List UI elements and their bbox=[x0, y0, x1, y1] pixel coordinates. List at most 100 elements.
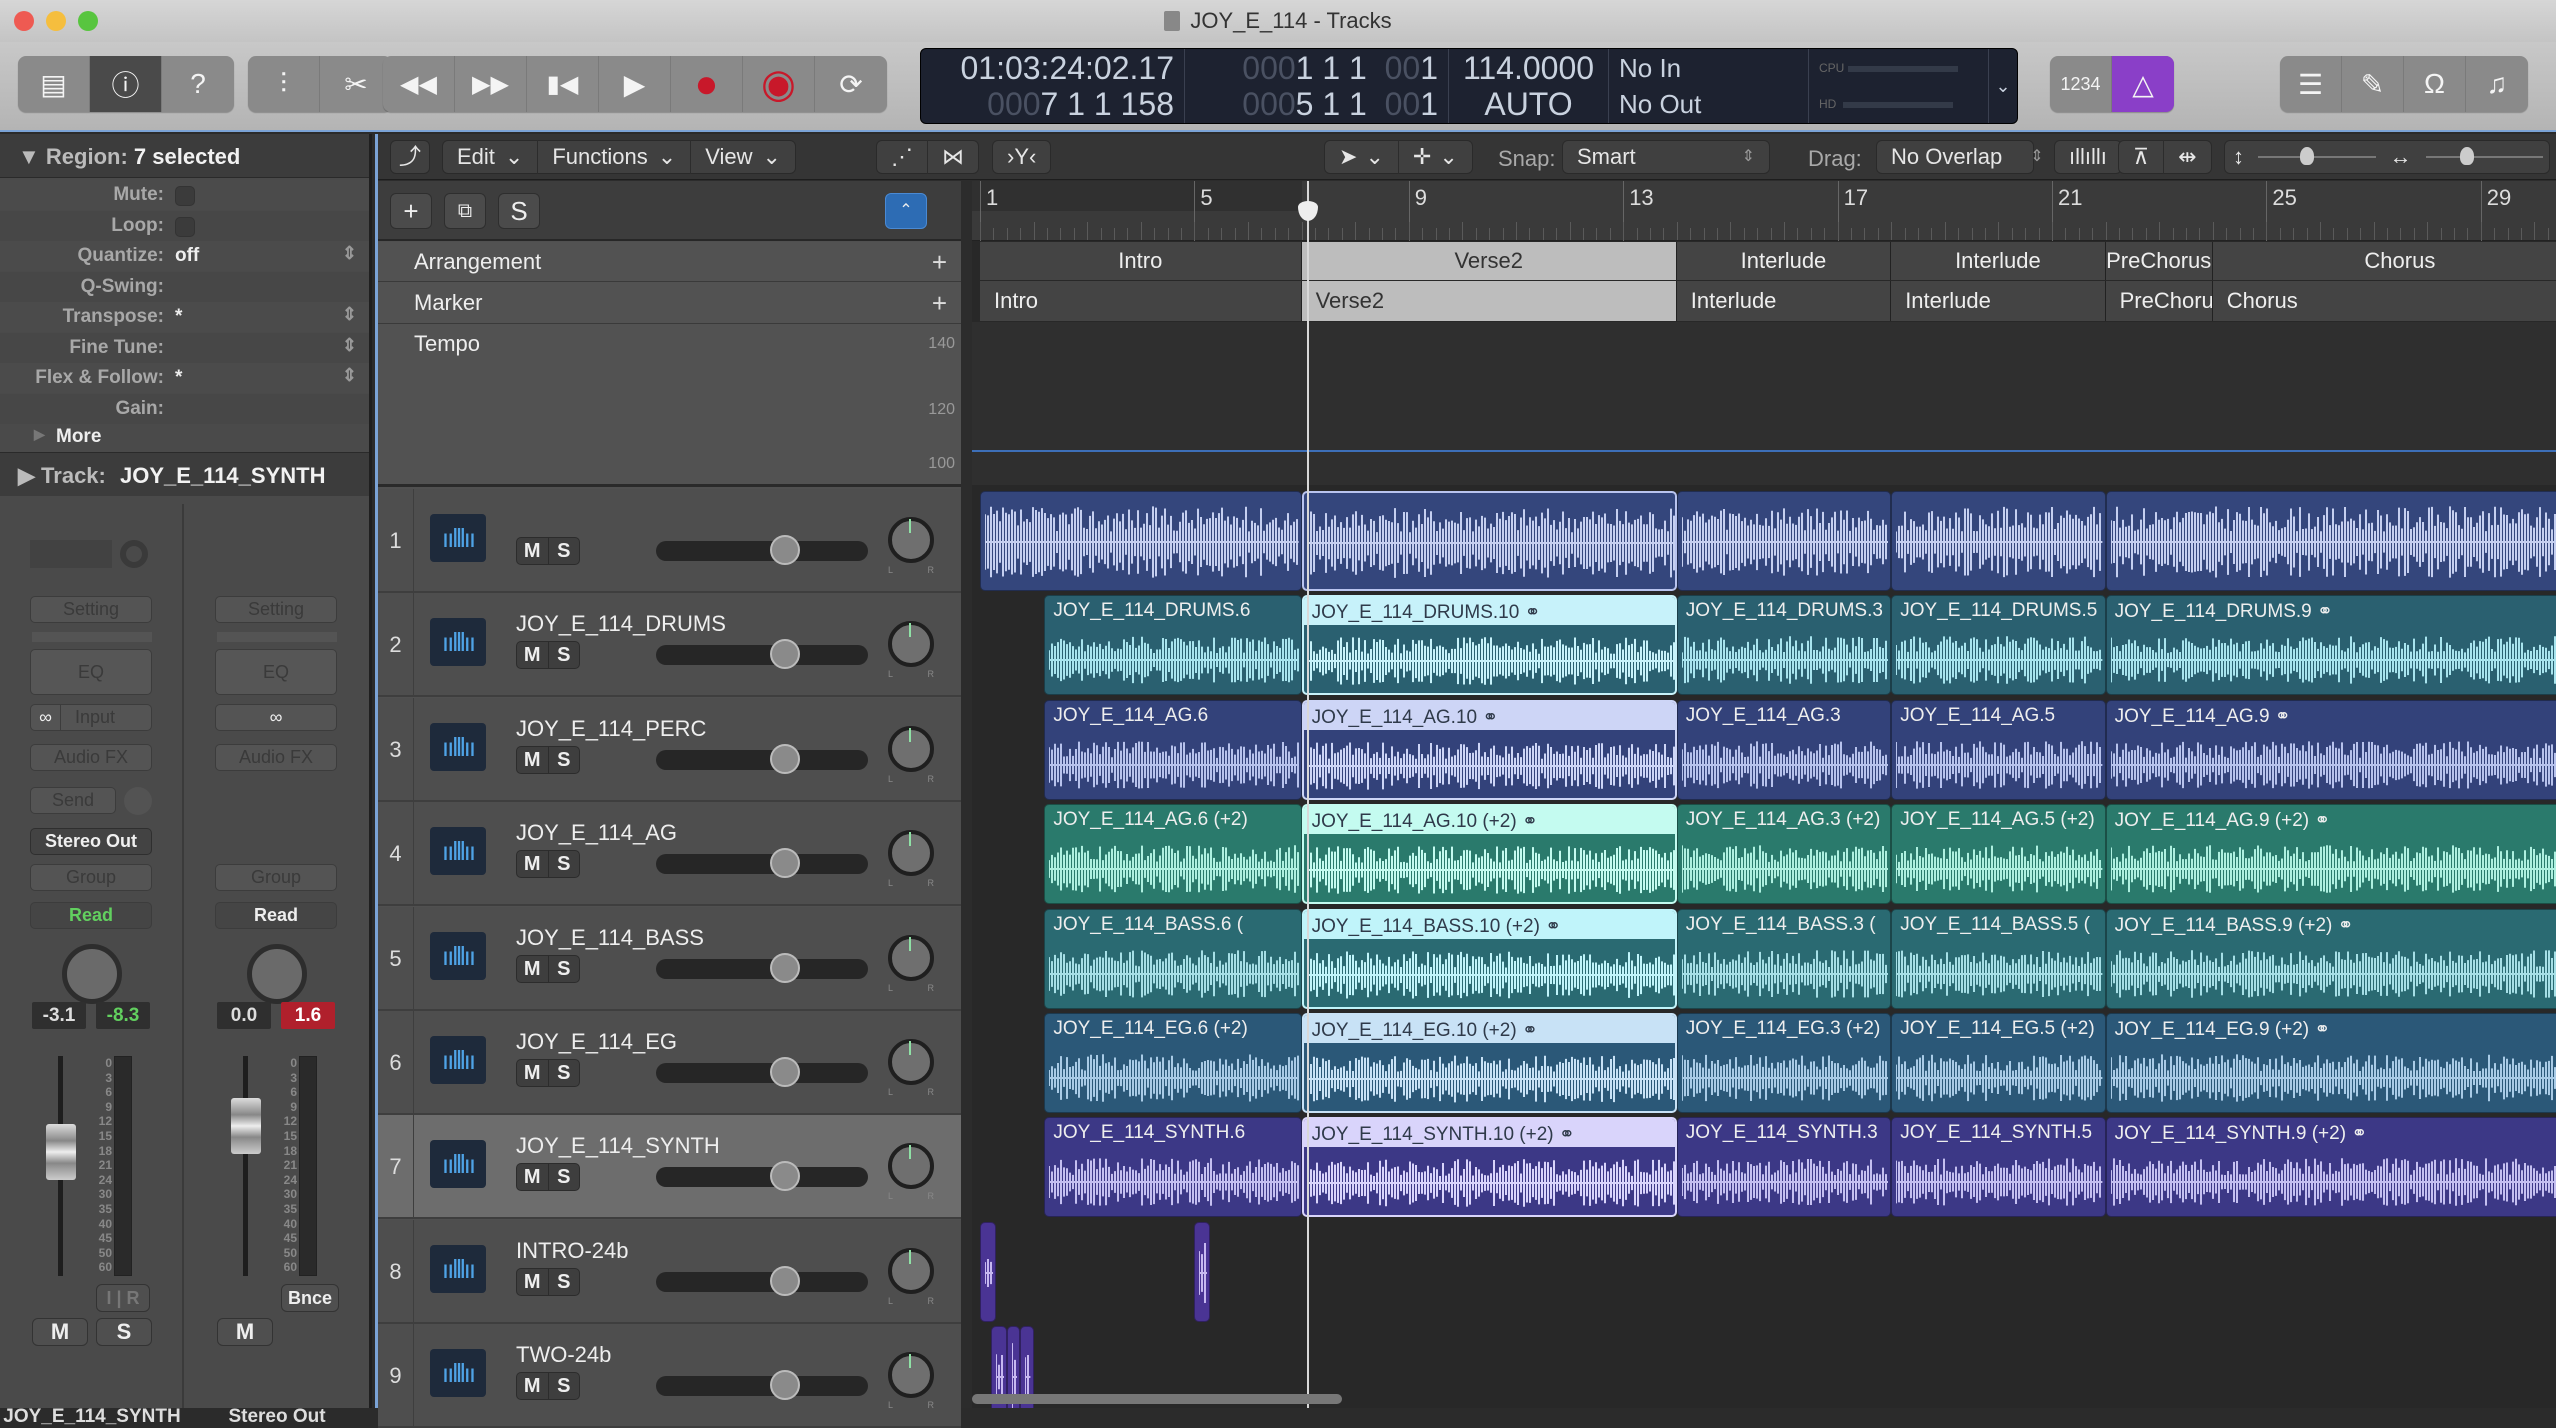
track-header[interactable]: 1 ıılllıı M S L R bbox=[378, 489, 961, 593]
pan-knob[interactable] bbox=[62, 944, 122, 1004]
play-button[interactable]: ▶ bbox=[599, 56, 671, 112]
region[interactable]: JOY_E_114_BASS.5 ( bbox=[1891, 908, 2106, 1009]
track-solo-button[interactable]: S bbox=[549, 642, 580, 668]
track-name[interactable]: JOY_E_114_SYNTH bbox=[516, 1133, 720, 1159]
left-click-tool-menu[interactable]: ➤ ⌄ bbox=[1325, 140, 1399, 174]
library-button[interactable]: ▤ bbox=[18, 56, 90, 112]
track-header[interactable]: 3 ıılllıı JOY_E_114_PERC M S L R bbox=[378, 697, 961, 802]
quick-help-button[interactable]: ? bbox=[162, 56, 234, 112]
track-pan-knob[interactable] bbox=[888, 934, 934, 981]
track-volume-slider[interactable] bbox=[656, 1161, 868, 1192]
region[interactable]: JOY_E_114_DRUMS.5 bbox=[1891, 595, 2106, 696]
volume-fader-track[interactable] bbox=[243, 1056, 248, 1276]
horizontal-zoom-slider[interactable] bbox=[2420, 140, 2550, 174]
add-arrangement-marker-button[interactable]: + bbox=[932, 242, 947, 282]
volume-slider-thumb[interactable] bbox=[770, 1265, 800, 1296]
vertical-zoom-slider[interactable] bbox=[2252, 140, 2382, 174]
horizontal-fit-button[interactable]: ⇹ bbox=[2164, 140, 2210, 174]
param-value[interactable]: * bbox=[175, 367, 182, 389]
track-inspector-header[interactable]: ▶ Track: JOY_E_114_SYNTH bbox=[0, 452, 369, 496]
track-solo-button[interactable]: S bbox=[549, 747, 580, 773]
track-header[interactable]: 5 ıılllıı JOY_E_114_BASS M S L R bbox=[378, 906, 961, 1011]
region[interactable]: JOY_E_114_EG.6 (+2) bbox=[1044, 1013, 1302, 1113]
peak-value-clipping[interactable]: 1.6 bbox=[281, 1002, 335, 1029]
track-volume-slider[interactable] bbox=[656, 743, 868, 774]
marker[interactable]: Verse2 bbox=[1301, 281, 1677, 321]
automation-mode-button[interactable]: Read bbox=[30, 902, 152, 929]
track-mute-button[interactable]: M bbox=[517, 642, 549, 669]
track-name[interactable]: JOY_E_114_AG bbox=[516, 820, 677, 846]
loop-browser-button[interactable]: Ω bbox=[2404, 56, 2466, 112]
pan-knob[interactable] bbox=[247, 944, 307, 1004]
region[interactable]: JOY_E_114_AG.3 bbox=[1676, 699, 1892, 800]
arrangement-marker[interactable]: Verse2 bbox=[1301, 242, 1677, 280]
record-button[interactable]: ● bbox=[671, 56, 743, 112]
updown-chevron-icon[interactable]: ⇕ bbox=[342, 304, 357, 325]
region[interactable]: JOY_E_114_AG.10 (+2) ⚭ bbox=[1301, 804, 1677, 905]
track-header[interactable]: 7 ıılllıı JOY_E_114_SYNTH M S L R bbox=[378, 1115, 961, 1220]
track-mute-button[interactable]: M bbox=[517, 538, 549, 564]
track-name[interactable]: INTRO-24b bbox=[516, 1238, 628, 1264]
region[interactable]: JOY_E_114_SYNTH.5 bbox=[1891, 1117, 2106, 1218]
horizontal-scrollbar[interactable] bbox=[972, 1394, 1342, 1404]
arrangement-marker[interactable]: PreChorus bbox=[2105, 242, 2213, 280]
waveform-zoom-button[interactable]: ıllıllı bbox=[2054, 140, 2122, 174]
smart-controls-button[interactable]: ›Y‹ bbox=[992, 140, 1052, 174]
updown-chevron-icon[interactable]: ⇕ bbox=[342, 365, 357, 386]
track-mute-button[interactable]: M bbox=[517, 1373, 549, 1400]
track-volume-slider[interactable] bbox=[656, 952, 868, 983]
region[interactable]: JOY_E_114_AG.9 ⚭ bbox=[2105, 699, 2556, 800]
volume-slider-thumb[interactable] bbox=[770, 848, 800, 879]
vertical-fit-button[interactable]: ⊼ bbox=[2119, 140, 2165, 174]
notepad-button[interactable]: ✎ bbox=[2342, 56, 2404, 112]
volume-slider-thumb[interactable] bbox=[770, 535, 800, 565]
bar-ruler[interactable]: 1 5 9 13 17 21 25 29 bbox=[972, 181, 2556, 241]
region[interactable]: JOY_E_114_BASS.9 (+2) ⚭ bbox=[2105, 908, 2556, 1009]
marker[interactable]: Intro bbox=[980, 281, 1302, 321]
track-volume-slider[interactable] bbox=[656, 639, 868, 670]
region[interactable]: JOY_E_114_BASS.10 (+2) ⚭ bbox=[1301, 908, 1677, 1009]
region[interactable]: JOY_E_114_AG.5 bbox=[1891, 699, 2106, 800]
track-name[interactable]: TWO-24b bbox=[516, 1342, 611, 1368]
tempo-curve[interactable] bbox=[972, 450, 2556, 452]
track-mute-button[interactable]: M bbox=[517, 851, 549, 878]
region[interactable]: JOY_E_114_AG.9 (+2) ⚭ bbox=[2105, 804, 2556, 905]
track-solo-button[interactable]: S bbox=[549, 538, 580, 564]
global-tracks-toggle[interactable]: ⌃ bbox=[885, 193, 927, 229]
setting-button[interactable]: Setting bbox=[30, 596, 152, 623]
flex-button[interactable]: ⋈ bbox=[928, 140, 978, 174]
track-volume-slider[interactable] bbox=[656, 1370, 868, 1401]
track-solo-button[interactable]: S bbox=[549, 851, 580, 877]
volume-value[interactable]: 0.0 bbox=[217, 1002, 271, 1029]
track-pan-knob[interactable] bbox=[888, 1143, 934, 1190]
fast-forward-button[interactable]: ▶▶ bbox=[455, 56, 527, 112]
list-editors-button[interactable]: ☰ bbox=[2280, 56, 2342, 112]
edit-menu[interactable]: Edit ⌄ bbox=[443, 140, 539, 174]
output-button[interactable]: Stereo Out bbox=[30, 828, 152, 855]
region[interactable]: JOY_E_114_DRUMS.3 bbox=[1676, 595, 1892, 696]
editors-button[interactable]: ✂ bbox=[320, 56, 392, 112]
lcd-display[interactable]: 01:03:24:02.17 0007 1 1 158 0001 1 1 001… bbox=[920, 48, 2018, 124]
strip-mute-button[interactable]: M bbox=[217, 1318, 273, 1346]
arrangement-track-header[interactable]: Arrangement + bbox=[378, 242, 961, 282]
region[interactable]: JOY_E_114_EG.5 (+2) bbox=[1891, 1013, 2106, 1113]
track-header[interactable]: 2 ıılllıı JOY_E_114_DRUMS M S L R bbox=[378, 593, 961, 698]
param-checkbox[interactable] bbox=[175, 186, 195, 206]
track-header[interactable]: 6 ıılllıı JOY_E_114_EG M S L R bbox=[378, 1011, 961, 1115]
volume-slider-thumb[interactable] bbox=[770, 639, 800, 670]
metronome-button[interactable]: △ bbox=[2112, 56, 2174, 112]
volume-slider-thumb[interactable] bbox=[770, 743, 800, 774]
track-volume-slider[interactable] bbox=[656, 535, 868, 565]
track-header[interactable]: 9 ıılllıı TWO-24b M S L R bbox=[378, 1324, 961, 1428]
cycle-button[interactable]: ⟳ bbox=[815, 56, 887, 112]
cycle-area[interactable] bbox=[972, 181, 1302, 211]
arrangement-marker[interactable]: Chorus bbox=[2212, 242, 2556, 280]
bounce-button[interactable]: Bnce bbox=[281, 1284, 339, 1312]
param-value[interactable]: * bbox=[175, 306, 182, 328]
param-checkbox[interactable] bbox=[175, 216, 195, 237]
timeline[interactable]: 1 5 9 13 17 21 25 29 Intro Verse2 Interlude Interl… bbox=[972, 181, 2556, 1408]
track-mute-button[interactable]: M bbox=[517, 955, 549, 982]
track-volume-slider[interactable] bbox=[656, 1057, 868, 1087]
region[interactable]: JOY_E_114_AG.3 (+2) bbox=[1676, 804, 1892, 905]
region[interactable] bbox=[2105, 491, 2556, 591]
